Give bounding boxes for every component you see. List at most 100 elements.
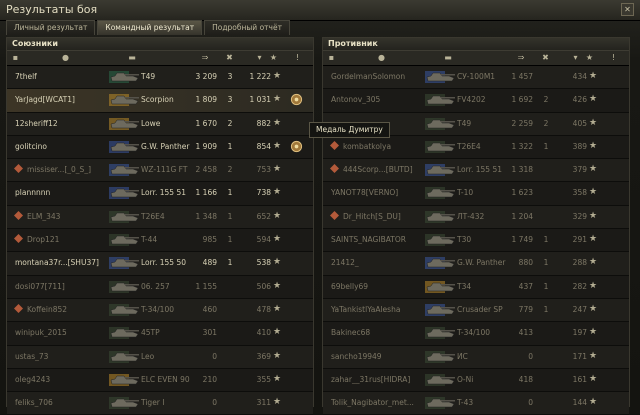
damage-value: 0 [528, 351, 533, 361]
player-row[interactable]: oleg4243 ELC EVEN 90 210 355 ★ [7, 368, 313, 393]
player-name: 7thelf [15, 72, 37, 81]
player-row[interactable]: 12sheriff12 Lowe 1 670 2 882 ★ [7, 112, 313, 136]
player-name: YANOT78[VERNO] [331, 188, 399, 198]
xp-column-icon[interactable]: ★ [269, 53, 278, 62]
xp-column-icon[interactable]: ★ [585, 53, 594, 62]
player-row[interactable]: montana37r...[SHU37] Lorr. 155 50 489 1 538 ★ [7, 252, 313, 276]
damage-value: 489 [202, 258, 217, 268]
damage-value: 0 [212, 351, 217, 361]
tank-name: T26E4 [141, 211, 165, 221]
kills-column-icon[interactable]: ✖ [225, 53, 234, 62]
tab-personal[interactable]: Личный результат [6, 20, 96, 35]
allies-title: Союзники [7, 38, 313, 50]
player-row[interactable]: Koffein852 T-34/100 460 478 ★ [7, 298, 313, 323]
player-row[interactable]: feliks_706 Tiger I 0 311 ★ [7, 392, 313, 415]
star-icon: ★ [273, 350, 282, 361]
star-icon: ★ [273, 397, 282, 408]
tank-icon [424, 301, 458, 319]
star-icon: ★ [273, 187, 282, 198]
tank-name: ИС [457, 351, 468, 361]
player-row[interactable]: Drop121 T-44 985 1 594 ★ [7, 229, 313, 253]
player-row[interactable]: SAINTS_NAGIBATOR T30 1 749 1 291 ★ [323, 229, 629, 253]
achievements-column-icon[interactable]: ! [293, 53, 302, 62]
player-row[interactable]: missiser...[_0_S_] WZ-111G FT 2 458 2 753 ★ [7, 159, 313, 183]
player-row[interactable]: plannnnn Lorr. 155 51 1 166 1 738 ★ [7, 182, 313, 206]
player-row[interactable]: YANOT78[VERNO] T-10 1 623 358 ★ [323, 182, 629, 206]
player-row[interactable]: 444Scorp...[BUTD] Lorr. 155 51 1 318 379 ★ [323, 159, 629, 183]
damage-value: 460 [202, 304, 217, 314]
close-icon[interactable]: ✕ [621, 3, 634, 16]
player-name: Dr_Hitch[S_DU] [343, 211, 401, 221]
sort-arrow-icon[interactable]: ▾ [571, 53, 580, 62]
sort-arrow-icon[interactable]: ▾ [255, 53, 264, 62]
star-icon: ★ [589, 71, 598, 81]
damage-column-icon[interactable]: ⇒ [513, 53, 529, 62]
kills-value: 1 [227, 235, 233, 245]
xp-value: 288 [572, 258, 587, 268]
tank-icon [424, 324, 458, 342]
tab-team[interactable]: Командный результат [97, 20, 203, 35]
medal-icon[interactable] [290, 93, 303, 106]
player-name: zahar__31rus[HIDRA] [331, 374, 411, 384]
damage-value: 210 [202, 374, 217, 384]
tank-name: T34 [457, 281, 472, 291]
squad-column-icon[interactable]: ▪ [327, 53, 336, 62]
player-row[interactable]: dosi077[711] 06. 257 1 155 506 ★ [7, 275, 313, 299]
player-row[interactable]: Bakinec68 T-34/100 413 197 ★ [323, 322, 629, 346]
tank-column-icon[interactable]: ▬ [121, 53, 143, 62]
damage-column-icon[interactable]: ⇒ [197, 53, 213, 62]
player-row[interactable]: sancho19949 ИС 0 171 ★ [323, 345, 629, 369]
tank-name: ELC EVEN 90 [141, 374, 190, 384]
player-name: sancho19949 [331, 351, 382, 361]
achievements-column-icon[interactable]: ! [609, 53, 618, 62]
kills-value: 1 [543, 304, 549, 314]
xp-value: 1 222 [249, 72, 271, 81]
squad-column-icon[interactable]: ▪ [11, 53, 20, 62]
player-column-icon[interactable]: ● [377, 53, 386, 62]
player-row[interactable]: GordelmanSolomon СУ-100М1 1 457 434 ★ [323, 66, 629, 90]
player-row[interactable]: kombatkolya T26E4 1 322 1 389 ★ [323, 135, 629, 160]
tank-name: Lorr. 155 51 [141, 188, 186, 198]
xp-value: 144 [572, 398, 587, 408]
player-row[interactable]: ustas_73 Leo 0 369 ★ [7, 345, 313, 369]
player-row[interactable]: YaTankistlYaAlesha Crusader SP 779 1 247 ★ [323, 298, 629, 323]
tank-column-icon[interactable]: ▬ [437, 53, 459, 62]
player-row[interactable]: YarJagd[WCAT1] Scorpion 1 809 3 1 031 ★ [7, 89, 313, 113]
xp-value: 652 [256, 211, 271, 221]
tank-name: СУ-100М1 [457, 72, 496, 81]
tank-icon [424, 254, 458, 272]
xp-value: 369 [256, 351, 271, 361]
player-row[interactable]: Tolik_Nagibator_met... T-43 0 144 ★ [323, 392, 629, 415]
tank-icon [108, 68, 142, 86]
star-icon: ★ [273, 71, 282, 81]
medal-icon[interactable] [290, 140, 303, 153]
tank-icon [424, 231, 458, 249]
damage-value: 3 209 [195, 72, 217, 81]
tank-name: ЛТ-432 [457, 211, 485, 221]
player-row[interactable]: 21412_ G.W. Panther 880 1 288 ★ [323, 252, 629, 276]
player-row[interactable]: Antonov_305 FV4202 1 692 2 426 ★ [323, 89, 629, 113]
kills-value: 1 [543, 235, 549, 245]
star-icon: ★ [589, 397, 598, 408]
tab-detailed[interactable]: Подробный отчёт [204, 20, 290, 35]
player-row[interactable]: zahar__31rus[HIDRA] О-Ni 418 161 ★ [323, 368, 629, 393]
player-row[interactable]: 7thelf T49 3 209 3 1 222 ★ [7, 66, 313, 90]
player-row[interactable]: golitcino G.W. Panther 1 909 1 854 ★ [7, 135, 313, 160]
tank-name: Lorr. 155 51 [457, 165, 502, 175]
damage-value: 413 [518, 328, 533, 338]
player-row[interactable]: 69belly69 T34 437 1 282 ★ [323, 275, 629, 299]
player-row[interactable]: ELM_343 T26E4 1 348 1 652 ★ [7, 205, 313, 230]
tank-name: Lowe [141, 118, 161, 128]
player-row[interactable]: winipuk_2015 45TP 301 410 ★ [7, 322, 313, 346]
player-row[interactable]: Dr_Hitch[S_DU] ЛТ-432 1 204 329 ★ [323, 205, 629, 230]
tank-name: О-Ni [457, 374, 474, 384]
damage-value: 1 155 [195, 281, 217, 291]
kills-value: 1 [227, 188, 233, 198]
player-column-icon[interactable]: ● [61, 53, 70, 62]
kills-column-icon[interactable]: ✖ [541, 53, 550, 62]
player-name: ELM_343 [27, 211, 61, 221]
player-name: plannnnn [15, 188, 51, 198]
damage-value: 1 457 [511, 72, 533, 81]
player-name: YaTankistlYaAlesha [331, 304, 401, 314]
allies-panel: Союзники ▪ ● ▬ ⇒ ✖ ▾ ★ ! 7thelf T49 3 209 3… [6, 37, 314, 415]
